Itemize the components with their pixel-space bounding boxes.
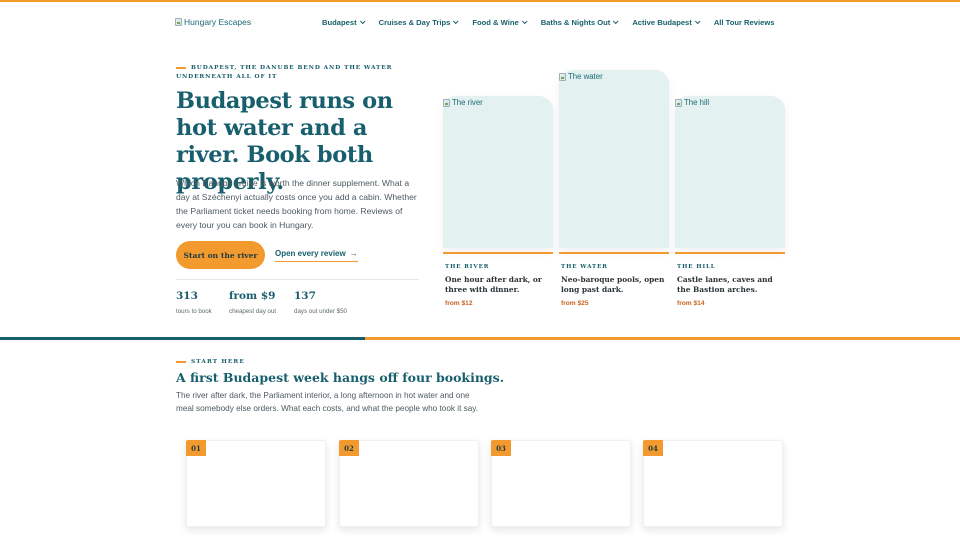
- chevron-down-icon: [521, 18, 528, 25]
- start-here-eyebrow-text: START HERE: [191, 359, 245, 365]
- open-every-review-link[interactable]: Open every review →: [275, 249, 358, 262]
- chevron-down-icon: [613, 18, 619, 25]
- nav-label: All Tour Reviews: [713, 17, 775, 27]
- stat-cheapest: from $9 cheapest day out: [229, 290, 276, 315]
- eyebrow-dash: [176, 66, 186, 69]
- start-here-subtitle: The river after dark, the Parliament int…: [176, 391, 479, 414]
- card-image-alt: The hill: [675, 98, 709, 107]
- step-number: 04: [643, 440, 663, 456]
- eyebrow-dash: [176, 360, 186, 363]
- chevron-down-icon: [694, 18, 701, 25]
- nav-item-baths[interactable]: Baths & Nights Out: [540, 17, 619, 27]
- card-image-alt: The river: [443, 98, 483, 107]
- top-accent-bar: [0, 0, 960, 2]
- step-card-1[interactable]: 01: [186, 440, 326, 527]
- nav-label: Cruises & Day Trips: [378, 17, 451, 27]
- hero-eyebrow: Budapest, the Danube Bend and the water …: [176, 64, 416, 82]
- broken-image-icon: [175, 18, 182, 26]
- start-here-title: A first Budapest week hangs off four boo…: [176, 370, 505, 385]
- chevron-down-icon: [453, 18, 459, 25]
- broken-image-icon: [443, 98, 450, 107]
- start-on-river-button[interactable]: Start on the river: [176, 241, 265, 269]
- nav-label: Food & Wine: [472, 17, 519, 27]
- chevron-down-icon: [359, 18, 366, 25]
- alt-text: The water: [568, 72, 603, 81]
- hero-subtitle: Which Danube cruise is worth the dinner …: [176, 178, 417, 230]
- alt-text: The river: [452, 98, 483, 107]
- stat-value: 137: [294, 290, 316, 302]
- stat-value: from $9: [229, 290, 276, 302]
- step-card-4[interactable]: 04: [643, 440, 783, 527]
- step-number: 03: [491, 440, 511, 456]
- broken-image-icon: [559, 72, 566, 81]
- alt-text: The hill: [684, 98, 710, 107]
- nav-label: Budapest: [322, 17, 357, 27]
- stat-label: days out under $50: [294, 308, 347, 315]
- card-price: from $14: [677, 300, 705, 307]
- nav-item-active[interactable]: Active Budapest: [632, 17, 701, 27]
- nav-label: Baths & Nights Out: [540, 17, 611, 27]
- step-number: 01: [186, 440, 206, 456]
- broken-image-icon: [675, 98, 682, 107]
- stat-label: cheapest day out: [229, 308, 277, 315]
- link-label: Open every review: [275, 249, 346, 258]
- step-number: 02: [339, 440, 359, 456]
- stat-under-50: 137 days out under $50: [294, 290, 347, 315]
- card-image: The hill: [675, 96, 785, 248]
- card-rule: [443, 252, 553, 254]
- stat-label: tours to book: [176, 308, 212, 315]
- card-rule: [675, 252, 785, 254]
- nav-item-cruises[interactable]: Cruises & Day Trips: [378, 17, 459, 27]
- card-price: from $12: [445, 300, 473, 307]
- nav-item-food-wine[interactable]: Food & Wine: [472, 17, 528, 27]
- stat-value: 313: [176, 290, 198, 302]
- main-nav: Budapest Cruises & Day Trips Food & Wine…: [322, 16, 789, 28]
- card-kicker: The hill: [677, 264, 716, 270]
- start-here-eyebrow: START HERE: [176, 359, 245, 365]
- nav-item-budapest[interactable]: Budapest: [322, 17, 366, 27]
- card-title: Neo-baroque pools, open long past dark.: [561, 275, 665, 294]
- stat-tours: 313 tours to book: [176, 290, 212, 315]
- card-image-alt: The water: [559, 72, 603, 81]
- step-card-2[interactable]: 02: [339, 440, 479, 527]
- section-divider-orange: [365, 337, 960, 340]
- card-title: Castle lanes, caves and the Bastion arch…: [677, 275, 773, 294]
- card-rule: [559, 252, 669, 254]
- section-divider-teal: [0, 337, 365, 340]
- site-logo[interactable]: Hungary Escapes: [175, 17, 251, 27]
- step-card-3[interactable]: 03: [491, 440, 631, 527]
- card-image: The river: [443, 96, 553, 248]
- nav-label: Active Budapest: [632, 17, 692, 27]
- logo-alt-text: Hungary Escapes: [184, 17, 252, 27]
- card-image: The water: [559, 70, 669, 248]
- arrow-right-icon: →: [349, 249, 358, 258]
- hero-eyebrow-text: Budapest, the Danube Bend and the water …: [176, 65, 393, 80]
- nav-item-all-reviews[interactable]: All Tour Reviews: [714, 18, 775, 27]
- card-kicker: The water: [561, 264, 608, 270]
- card-price: from $25: [561, 300, 589, 307]
- card-title: One hour after dark, or three with dinne…: [445, 275, 542, 294]
- hero-divider: [176, 279, 419, 280]
- card-kicker: The river: [445, 264, 490, 270]
